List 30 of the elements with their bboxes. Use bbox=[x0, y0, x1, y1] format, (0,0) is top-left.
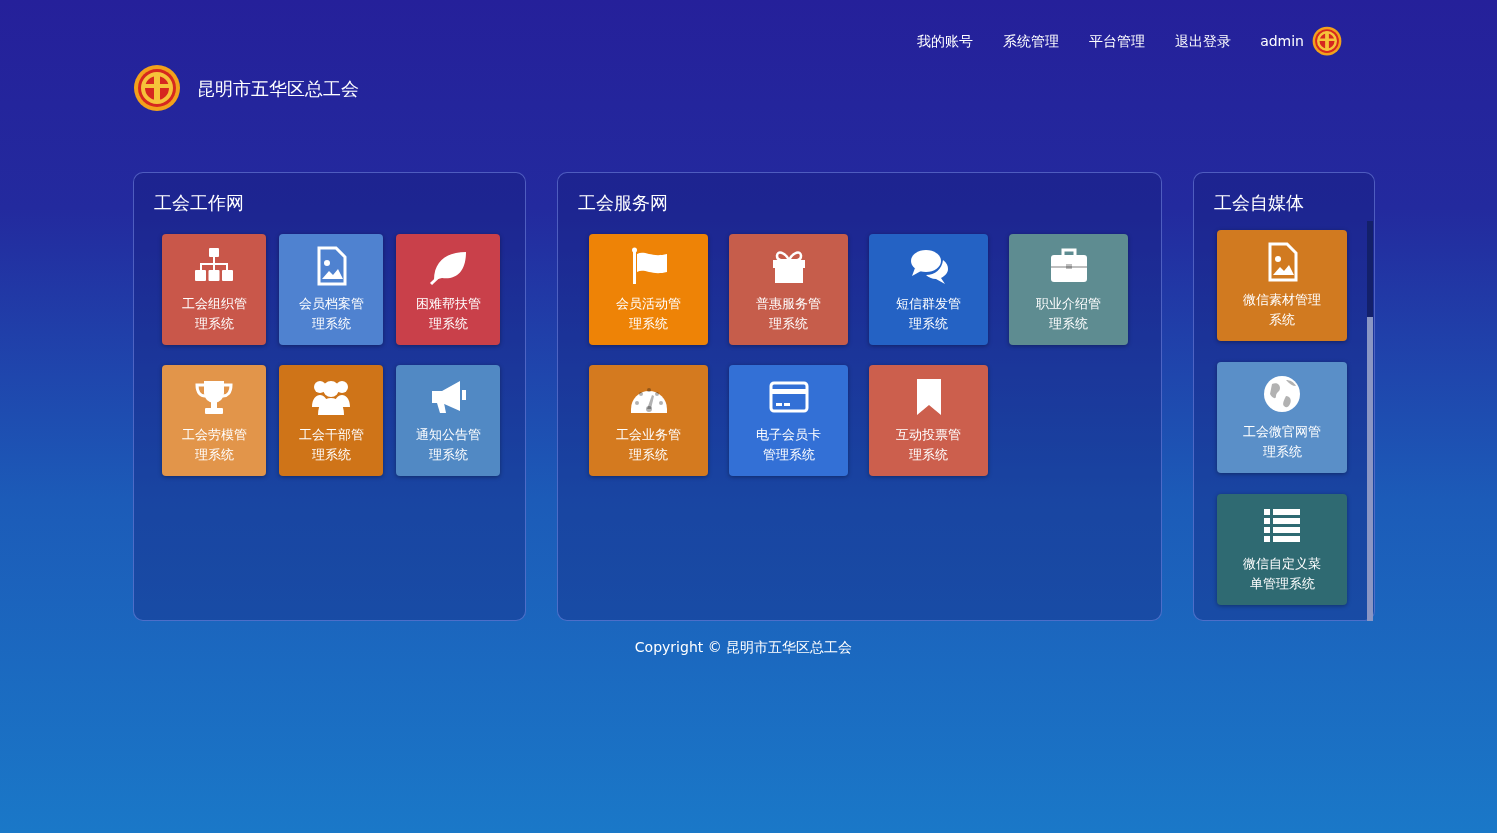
app-tile[interactable]: 工会组织管理系统 bbox=[162, 234, 266, 345]
app-tile[interactable]: 会员档案管理系统 bbox=[279, 234, 383, 345]
nav-link[interactable]: 退出登录 bbox=[1160, 26, 1247, 56]
organization-name: 昆明市五华区总工会 bbox=[197, 76, 359, 101]
app-tile[interactable]: 工会劳模管理系统 bbox=[162, 365, 266, 476]
scrollbar[interactable] bbox=[1367, 221, 1373, 621]
username[interactable]: admin bbox=[1246, 30, 1312, 52]
app-tile[interactable]: 职业介绍管理系统 bbox=[1009, 234, 1128, 345]
app-tile[interactable]: 微信自定义菜单管理系统 bbox=[1217, 494, 1347, 605]
app-tile[interactable]: 电子会员卡管理系统 bbox=[729, 365, 848, 476]
user-avatar-icon bbox=[1312, 26, 1342, 56]
nav-link[interactable]: 系统管理 bbox=[988, 26, 1075, 56]
app-tile[interactable]: 工会干部管理系统 bbox=[279, 365, 383, 476]
logo-icon bbox=[133, 64, 181, 112]
globe-icon bbox=[1262, 373, 1302, 414]
app-tile[interactable]: 困难帮扶管理系统 bbox=[396, 234, 500, 345]
app-tile[interactable]: 工会业务管理系统 bbox=[589, 365, 708, 476]
app-tile[interactable]: 工会微官网管理系统 bbox=[1217, 362, 1347, 473]
app-tile[interactable]: 会员活动管理系统 bbox=[589, 234, 708, 345]
app-tile[interactable]: 互动投票管理系统 bbox=[869, 365, 988, 476]
panel-title: 工会自媒体 bbox=[1214, 191, 1304, 215]
panel-title: 工会工作网 bbox=[154, 191, 244, 215]
app-tile[interactable]: 通知公告管理系统 bbox=[396, 365, 500, 476]
app-tile[interactable]: 微信素材管理系统 bbox=[1217, 230, 1347, 341]
panel-title: 工会服务网 bbox=[578, 191, 668, 215]
nav-link[interactable]: 平台管理 bbox=[1074, 26, 1161, 56]
app-tile[interactable]: 普惠服务管理系统 bbox=[729, 234, 848, 345]
copyright-text: Copyright © 昆明市五华区总工会 bbox=[634, 639, 853, 655]
nav-link[interactable]: 我的账号 bbox=[902, 26, 989, 56]
app-tile[interactable]: 短信群发管理系统 bbox=[869, 234, 988, 345]
